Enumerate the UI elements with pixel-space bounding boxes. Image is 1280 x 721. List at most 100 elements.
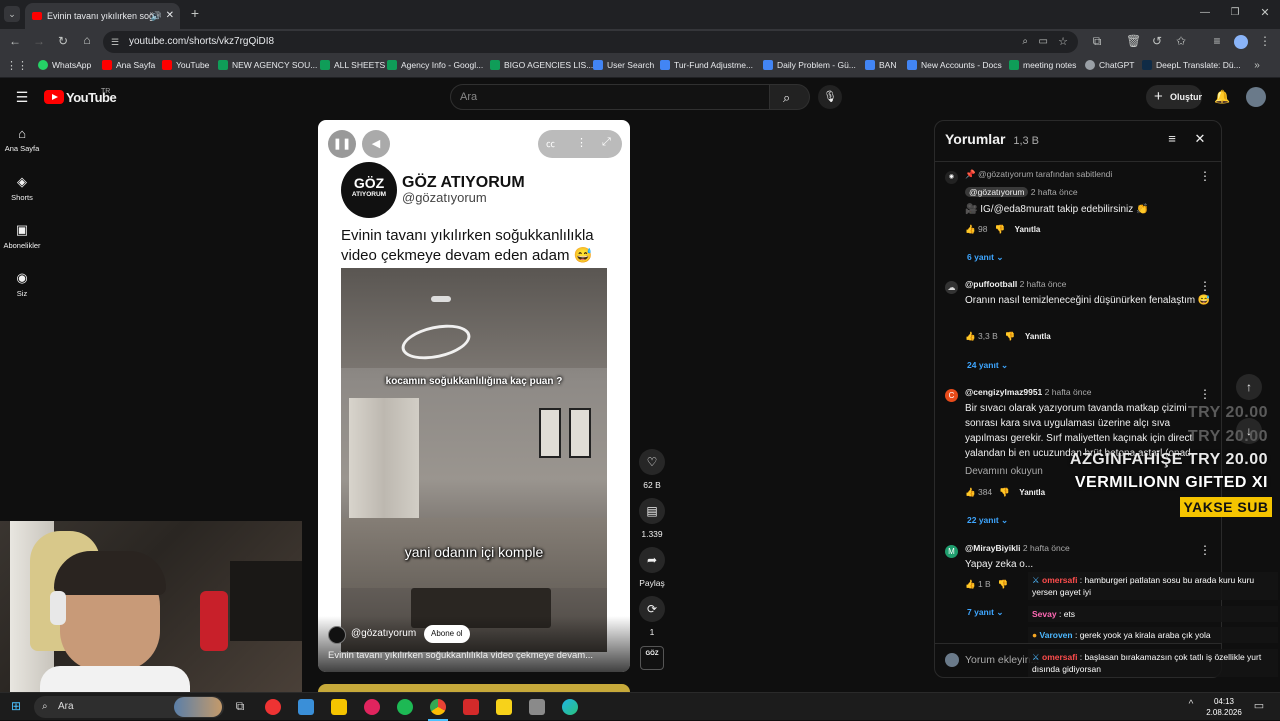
forward-icon[interactable]: → — [32, 34, 46, 48]
minimize-icon[interactable]: — — [1198, 7, 1212, 18]
reading-list-icon[interactable]: ≡ — [1210, 34, 1224, 48]
zoom-icon[interactable]: ⌕ — [1022, 31, 1028, 53]
pause-button[interactable]: ❚❚ — [328, 130, 356, 158]
spotify-icon[interactable] — [397, 699, 413, 715]
like-icon[interactable]: 👍 — [965, 331, 976, 341]
like-icon[interactable]: 👍 — [965, 487, 976, 497]
taskbar-search[interactable]: ⌕ Ara — [34, 696, 224, 718]
scroll-up-button[interactable]: ↑ — [1236, 374, 1262, 400]
shorts-player[interactable]: ❚❚ ◀ ㏄ ⋮ ⤢ GÖZ ATIYORUM GÖZ ATIYORUM @gö… — [318, 120, 630, 672]
windows-start-icon[interactable]: ⊞ — [8, 699, 24, 713]
reply-button[interactable]: Yanıtla — [1025, 332, 1051, 341]
hamburger-menu-icon[interactable]: ☰ — [14, 89, 30, 106]
restore-icon[interactable]: ❐ — [1228, 7, 1242, 18]
chrome-icon[interactable] — [430, 699, 446, 715]
bookmark-chatgpt[interactable]: ChatGPT — [1085, 60, 1134, 70]
comment-button[interactable]: ▤ 1.339 — [634, 498, 670, 539]
bookmark-new-agency[interactable]: NEW AGENCY SOU... — [218, 60, 317, 70]
cast-icon[interactable]: ▭ — [1039, 31, 1048, 53]
extensions-icon[interactable]: ⧉ — [1090, 34, 1104, 49]
comment-author[interactable]: @MirayBiyikli — [965, 543, 1021, 553]
sticky-notes-icon[interactable] — [496, 699, 512, 715]
bookmark-deepl[interactable]: DeepL Translate: Dü... — [1142, 60, 1241, 70]
reply-button[interactable]: Yanıtla — [1019, 488, 1045, 497]
sidebar-item-home[interactable]: ⌂ Ana Sayfa — [0, 126, 44, 153]
clock[interactable]: 04:13 2.08.2026 — [1206, 696, 1242, 718]
comment-avatar[interactable]: ◉ — [945, 171, 958, 184]
youtube-logo-icon[interactable] — [44, 90, 64, 104]
obs-icon[interactable] — [265, 699, 281, 715]
comment-avatar[interactable]: C — [945, 389, 958, 402]
trash-icon[interactable]: 🗑 — [1126, 34, 1141, 48]
favorites-icon[interactable]: ✩ — [1174, 34, 1188, 48]
task-view-icon[interactable]: ⧉ — [232, 699, 248, 714]
site-info-icon[interactable]: ☰ — [111, 31, 119, 53]
browser-tab-active[interactable]: Evinin tavanı yıkılırken soğu 🔊 ✕ — [25, 3, 180, 29]
bookmark-youtube[interactable]: YouTube — [162, 60, 209, 70]
close-comments-icon[interactable]: ✕ — [1193, 131, 1207, 147]
apps-grid-icon[interactable]: ⋮⋮ — [6, 59, 28, 72]
bookmark-meeting-notes[interactable]: meeting notes — [1009, 60, 1076, 70]
comment-avatar[interactable]: ☁ — [945, 281, 958, 294]
file-explorer-icon[interactable] — [331, 699, 347, 715]
sort-icon[interactable]: ≡ — [1165, 131, 1179, 146]
search-input[interactable]: Ara — [450, 84, 770, 110]
app-icon[interactable] — [529, 699, 545, 715]
notification-center-icon[interactable]: ▭ — [1252, 699, 1266, 712]
voice-search-icon[interactable]: 🎙 — [818, 85, 842, 109]
browser-menu-icon[interactable]: ⋮ — [1258, 34, 1272, 48]
bookmark-whatsapp[interactable]: WhatsApp — [38, 60, 91, 70]
bookmark-daily-problem[interactable]: Daily Problem - Gü... — [763, 60, 856, 70]
bookmark-agency-info[interactable]: Agency Info - Googl... — [387, 60, 483, 70]
comment-menu-icon[interactable]: ⋮ — [1199, 543, 1211, 557]
remix-button[interactable]: ⟳ 1 — [634, 596, 670, 637]
share-button[interactable]: ➦ Paylaş — [634, 547, 670, 588]
volume-button[interactable]: ◀ — [362, 130, 390, 158]
dislike-icon[interactable]: 👎 — [998, 579, 1009, 589]
footer-channel-handle[interactable]: @gözatıyorum — [351, 628, 416, 639]
tab-search-icon[interactable]: ⌄ — [4, 6, 20, 22]
tab-close-icon[interactable]: ✕ — [166, 3, 174, 29]
home-icon[interactable]: ⌂ — [80, 33, 94, 47]
replies-toggle[interactable]: 22 yanıt ⌄ — [967, 515, 1008, 526]
like-icon[interactable]: 👍 — [965, 224, 976, 234]
user-avatar[interactable] — [1246, 87, 1266, 107]
bookmark-tur-fund[interactable]: Tur-Fund Adjustme... — [660, 60, 753, 70]
bookmark-all-sheets[interactable]: ALL SHEETS — [320, 60, 385, 70]
sidebar-item-shorts[interactable]: ◈ Shorts — [0, 174, 44, 202]
replies-toggle[interactable]: 24 yanıt ⌄ — [967, 360, 1008, 371]
sidebar-item-subscriptions[interactable]: ▣ Abonelikler — [0, 222, 44, 250]
app-icon[interactable] — [298, 699, 314, 715]
notifications-bell-icon[interactable]: 🔔 — [1214, 89, 1230, 105]
sound-channel-thumb[interactable]: GÖZ — [640, 646, 664, 670]
media-player-icon[interactable] — [364, 699, 380, 715]
bookmark-new-accounts[interactable]: New Accounts - Docs — [907, 60, 1002, 70]
reply-button[interactable]: Yanıtla — [1015, 225, 1041, 234]
create-button[interactable]: + Oluştur — [1146, 85, 1202, 109]
comment-menu-icon[interactable]: ⋮ — [1199, 169, 1211, 183]
comment-author[interactable]: @gözatıyorum — [965, 187, 1029, 197]
profile-avatar[interactable] — [1234, 35, 1248, 49]
bookmark-star-icon[interactable]: ☆ — [1058, 31, 1068, 53]
replies-toggle[interactable]: 7 yanıt ⌄ — [967, 607, 1003, 618]
tray-chevron-icon[interactable]: ^ — [1184, 699, 1198, 710]
like-button[interactable]: ♡ 62 B — [634, 449, 670, 490]
short-title[interactable]: Evinin tavanı yıkılırken soğukkanlılıkla… — [328, 650, 620, 661]
bookmark-user-search[interactable]: User Search — [593, 60, 654, 70]
edge-icon[interactable] — [562, 699, 578, 715]
bookmark-bigo[interactable]: BIGO AGENCIES LIS... — [490, 60, 593, 70]
speaker-icon[interactable]: 🔊 — [151, 3, 162, 29]
more-options-icon[interactable]: ⋮ — [576, 136, 587, 149]
dislike-icon[interactable]: 👎 — [995, 224, 1006, 234]
comment-author[interactable]: @puffootball — [965, 279, 1017, 289]
comment-menu-icon[interactable]: ⋮ — [1199, 387, 1211, 401]
new-tab-icon[interactable]: + — [188, 6, 202, 20]
fullscreen-icon[interactable]: ⤢ — [602, 136, 611, 149]
app-icon[interactable] — [463, 699, 479, 715]
comment-author[interactable]: @cengizylmaz9951 — [965, 387, 1042, 397]
window-close-icon[interactable]: ✕ — [1258, 6, 1272, 19]
search-button[interactable]: ⌕ — [770, 84, 810, 110]
dislike-icon[interactable]: 👎 — [999, 487, 1010, 497]
bookmark-ban[interactable]: BAN — [865, 60, 896, 70]
address-bar[interactable]: ☰ youtube.com/shorts/vkz7rgQiDI8 ⌕ ▭ ☆ — [103, 31, 1078, 53]
